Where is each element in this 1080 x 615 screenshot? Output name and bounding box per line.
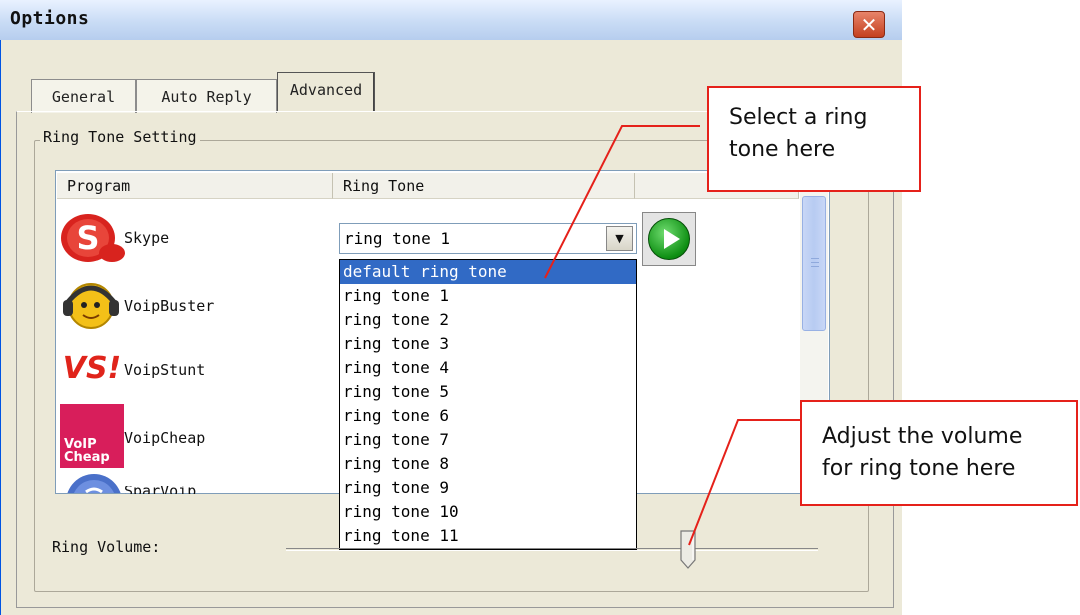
callout-text: for ring tone here <box>822 456 1016 481</box>
callout-adjust-volume: Adjust the volume for ring tone here <box>800 400 1078 506</box>
callout-select-ring-tone: Select a ring tone here <box>707 86 921 192</box>
callout-text: Select a ring <box>729 105 868 130</box>
callout-line-ring-tone <box>544 125 700 279</box>
callout-line-volume <box>688 419 800 546</box>
callout-text: Adjust the volume <box>822 424 1023 449</box>
callout-text: tone here <box>729 137 836 162</box>
